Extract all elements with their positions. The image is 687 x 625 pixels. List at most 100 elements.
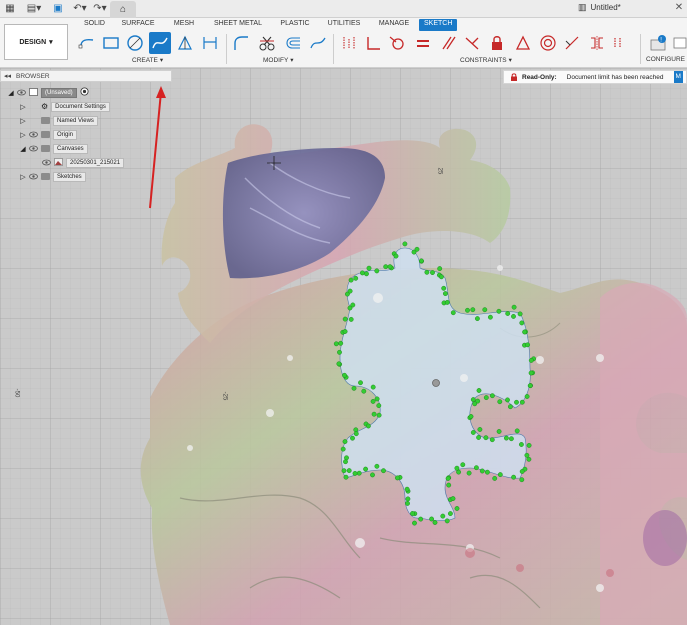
- browser-item-folder[interactable]: ◢ Canvases: [20, 143, 88, 154]
- configure-menu[interactable]: CONFIGURE: [646, 56, 685, 63]
- visibility-eye-icon[interactable]: [42, 158, 51, 167]
- coincident-constraint[interactable]: [338, 32, 360, 54]
- browser-header[interactable]: ◂◂ BROWSER: [0, 70, 172, 82]
- curvature-constraint[interactable]: [610, 32, 632, 54]
- constraints-menu[interactable]: CONSTRAINTS ▾: [460, 56, 512, 65]
- sketch-point: [437, 266, 443, 272]
- sketch-point: [404, 486, 410, 492]
- save-icon[interactable]: ▣: [50, 1, 66, 17]
- configure-tool[interactable]: !: [648, 32, 670, 54]
- collinear-constraint[interactable]: [561, 32, 583, 54]
- create-label: CREATE: [132, 56, 158, 64]
- sketch-point: [497, 399, 503, 405]
- midpoint-constraint[interactable]: [512, 32, 534, 54]
- sketch-point: [432, 520, 438, 525]
- concentric-constraint[interactable]: [537, 32, 559, 54]
- sketch-point: [450, 496, 456, 501]
- sketch-point: [363, 466, 368, 472]
- symmetry-constraint[interactable]: [586, 32, 608, 54]
- sketch-point: [342, 316, 348, 322]
- folder-icon: [41, 145, 50, 152]
- dimension-tool[interactable]: [199, 32, 221, 54]
- perpendicular-constraint[interactable]: [362, 32, 384, 54]
- sketch-point: [442, 291, 448, 297]
- expand-closed-icon[interactable]: ▷: [20, 130, 26, 139]
- active-radio-icon[interactable]: [80, 87, 89, 98]
- create-menu[interactable]: CREATE ▾: [132, 56, 163, 65]
- circle-tool[interactable]: [124, 32, 146, 54]
- tab-utilities[interactable]: UTILITIES: [319, 18, 369, 32]
- sketch-point: [359, 270, 365, 276]
- tab-mesh[interactable]: MESH: [163, 18, 205, 32]
- home-tab[interactable]: ⌂: [110, 1, 136, 18]
- visibility-eye-icon[interactable]: [29, 172, 38, 181]
- visibility-eye-icon[interactable]: [17, 88, 26, 97]
- browser-item-folder[interactable]: ▷ Sketches: [20, 171, 86, 182]
- sketch-point: [479, 468, 485, 474]
- undo-icon[interactable]: ↶▾: [72, 1, 88, 17]
- tab-plastic[interactable]: PLASTIC: [271, 18, 319, 32]
- sketch-point: [410, 511, 415, 516]
- tab-manage[interactable]: MANAGE: [369, 18, 419, 32]
- redo-icon[interactable]: ↷▾: [92, 1, 108, 17]
- expand-closed-icon[interactable]: ▷: [20, 172, 26, 181]
- visibility-eye-icon[interactable]: [29, 144, 38, 153]
- modify-menu[interactable]: MODIFY ▾: [263, 56, 294, 65]
- axis-label-top: 25: [436, 167, 443, 175]
- sketch-point: [465, 307, 470, 313]
- tab-sheet-metal[interactable]: SHEET METAL: [205, 18, 271, 32]
- expand-closed-icon[interactable]: ▷: [20, 116, 26, 125]
- tangent-constraint[interactable]: [386, 32, 408, 54]
- sketch-point: [374, 396, 380, 402]
- expand-open-icon[interactable]: ◢: [8, 88, 14, 97]
- horizontal-vertical-constraint[interactable]: [461, 32, 483, 54]
- tab-solid[interactable]: SOLID: [76, 18, 113, 32]
- browser-item-settings[interactable]: ▷ ⚙ Document Settings: [20, 101, 110, 112]
- expand-open-icon[interactable]: ◢: [20, 144, 26, 153]
- sketch-point: [412, 520, 417, 526]
- browser-item-label: Sketches: [53, 171, 86, 182]
- browser-item-label: Document Settings: [51, 101, 110, 112]
- fillet-tool[interactable]: [230, 32, 252, 54]
- visibility-eye-icon[interactable]: [29, 130, 38, 139]
- offset-tool[interactable]: [282, 32, 304, 54]
- browser-item-canvas[interactable]: 20250301_215021: [42, 157, 125, 168]
- sketch-point: [505, 397, 510, 403]
- sketch-point: [376, 412, 382, 418]
- tab-sketch[interactable]: SKETCH: [419, 19, 458, 31]
- collapse-icon[interactable]: ◂◂: [4, 72, 11, 80]
- grid-icon[interactable]: ▦: [2, 1, 18, 17]
- sketch-point: [371, 411, 377, 417]
- configure-table-tool[interactable]: [673, 32, 687, 54]
- sketch-point: [503, 435, 509, 441]
- tab-surface[interactable]: SURFACE: [113, 18, 163, 32]
- sketch-point: [348, 277, 354, 283]
- browser-item-folder[interactable]: ▷ Origin: [20, 129, 78, 140]
- expand-closed-icon[interactable]: ▷: [20, 102, 26, 111]
- sketch-point: [470, 307, 476, 313]
- spline-edit-tool[interactable]: [307, 32, 329, 54]
- design-canvas[interactable]: 25 -25 -50: [0, 68, 687, 625]
- close-icon[interactable]: ✕: [675, 2, 683, 13]
- fix-constraint[interactable]: [486, 32, 508, 54]
- doc-title-area: ▥ Untitled* ✕: [578, 2, 683, 13]
- file-icon[interactable]: ▤▾: [26, 1, 42, 17]
- parallel-constraint[interactable]: [437, 32, 459, 54]
- sketch-point: [460, 462, 466, 468]
- spline-tool[interactable]: [149, 32, 171, 54]
- banner-more-button[interactable]: M: [673, 71, 683, 83]
- read-only-banner: Read-Only: Document limit has been reach…: [503, 70, 687, 84]
- browser-item-folder[interactable]: ▷ Named Views: [20, 115, 98, 126]
- equal-constraint[interactable]: [412, 32, 434, 54]
- sketch-point: [374, 268, 380, 274]
- polygon-tool[interactable]: [174, 32, 196, 54]
- browser-item-label: Named Views: [53, 115, 98, 126]
- line-tool[interactable]: [76, 32, 98, 54]
- workspace-switcher[interactable]: DESIGN ▾: [4, 24, 68, 60]
- rectangle-tool[interactable]: [100, 32, 122, 54]
- trim-tool[interactable]: [256, 32, 278, 54]
- browser-item-root[interactable]: ◢ (Unsaved): [8, 87, 89, 98]
- sketch-point: [477, 427, 483, 432]
- sketch-point: [492, 475, 498, 481]
- sketch-point: [387, 264, 393, 270]
